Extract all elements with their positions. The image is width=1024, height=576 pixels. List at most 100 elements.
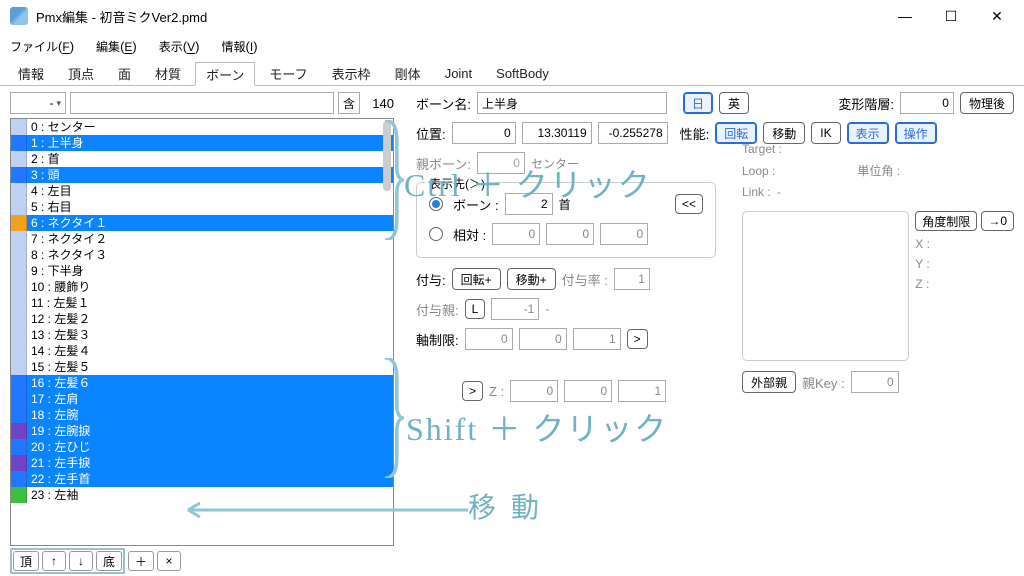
move-down-button[interactable]: ↓: [69, 551, 93, 571]
minimize-button[interactable]: —: [882, 1, 928, 31]
bone-label: 12 : 左髪２: [27, 311, 393, 327]
lang-en-button[interactable]: 英: [719, 92, 749, 114]
axis-y[interactable]: [519, 328, 567, 350]
local-z-y[interactable]: [564, 380, 612, 402]
tab-モーフ[interactable]: モーフ: [259, 61, 317, 85]
angle-limit-button[interactable]: 角度制限: [915, 211, 977, 231]
axis-x[interactable]: [465, 328, 513, 350]
dest-bone-radio[interactable]: [429, 197, 443, 211]
tab-面[interactable]: 面: [108, 61, 141, 85]
local-next[interactable]: >: [462, 381, 483, 401]
bone-row[interactable]: 3 : 頭: [11, 167, 393, 183]
bone-label: 0 : センター: [27, 119, 393, 135]
move-flag[interactable]: 移動: [763, 122, 805, 144]
local-z-x[interactable]: [510, 380, 558, 402]
bone-row[interactable]: 13 : 左髪３: [11, 327, 393, 343]
menu-edit[interactable]: 編集(E): [96, 38, 137, 55]
bone-row[interactable]: 20 : 左ひじ: [11, 439, 393, 455]
grant-parent-idx[interactable]: [491, 298, 539, 320]
maximize-button[interactable]: ☐: [928, 1, 974, 31]
ext-parent-button[interactable]: 外部親: [742, 371, 796, 393]
move-up-button[interactable]: ↑: [42, 551, 66, 571]
bone-label: 18 : 左腕: [27, 407, 393, 423]
remove-button[interactable]: ×: [157, 551, 181, 571]
bone-row[interactable]: 17 : 左肩: [11, 391, 393, 407]
tab-SoftBody[interactable]: SoftBody: [486, 61, 559, 85]
axis-next-button[interactable]: >: [627, 329, 648, 349]
bone-row[interactable]: 5 : 右目: [11, 199, 393, 215]
index-combo[interactable]: -: [10, 92, 66, 114]
bone-row[interactable]: 10 : 腰飾り: [11, 279, 393, 295]
brace-upper-icon: [380, 120, 404, 240]
bone-row[interactable]: 2 : 首: [11, 151, 393, 167]
dest-relative-radio[interactable]: [429, 227, 443, 241]
axis-z[interactable]: [573, 328, 621, 350]
bone-color-swatch: [11, 327, 27, 343]
local-z-z[interactable]: [618, 380, 666, 402]
tab-頂点[interactable]: 頂点: [58, 61, 104, 85]
parent-idx-input[interactable]: [477, 152, 525, 174]
display-flag[interactable]: 表示: [847, 122, 889, 144]
grant-rate-input[interactable]: [614, 268, 650, 290]
close-button[interactable]: ✕: [974, 1, 1020, 31]
tab-表示枠[interactable]: 表示枠: [322, 61, 381, 85]
grant-rotate-button[interactable]: 回転+: [452, 268, 501, 290]
contains-toggle[interactable]: 含: [338, 92, 360, 114]
dest-rel-x[interactable]: [492, 223, 540, 245]
bone-row[interactable]: 6 : ネクタイ１: [11, 215, 393, 231]
filter-input[interactable]: [70, 92, 334, 114]
add-button[interactable]: ＋: [128, 551, 154, 571]
physics-after-button[interactable]: 物理後: [960, 92, 1014, 114]
bone-label: 21 : 左手捩: [27, 455, 393, 471]
menu-info[interactable]: 情報(I): [221, 38, 257, 55]
bone-color-swatch: [11, 487, 27, 503]
bone-row[interactable]: 22 : 左手首: [11, 471, 393, 487]
bone-row[interactable]: 12 : 左髪２: [11, 311, 393, 327]
bone-row[interactable]: 23 : 左袖: [11, 487, 393, 503]
move-top-button[interactable]: 頂: [13, 551, 39, 571]
pos-y-input[interactable]: [522, 122, 592, 144]
tab-Joint[interactable]: Joint: [435, 61, 482, 85]
pos-z-input[interactable]: [598, 122, 668, 144]
bone-row[interactable]: 1 : 上半身: [11, 135, 393, 151]
lang-jp-button[interactable]: 日: [683, 92, 713, 114]
bone-row[interactable]: 9 : 下半身: [11, 263, 393, 279]
bone-row[interactable]: 11 : 左髪１: [11, 295, 393, 311]
pos-x-input[interactable]: [452, 122, 516, 144]
bone-row[interactable]: 15 : 左髪５: [11, 359, 393, 375]
operate-flag[interactable]: 操作: [895, 122, 937, 144]
move-bottom-button[interactable]: 底: [96, 551, 122, 571]
bone-row[interactable]: 7 : ネクタイ２: [11, 231, 393, 247]
menu-file[interactable]: ファイル(F): [10, 38, 74, 55]
bone-list[interactable]: 0 : センター1 : 上半身2 : 首3 : 頭4 : 左目5 : 右目6 :…: [10, 118, 394, 546]
grant-parent-L-button[interactable]: L: [465, 299, 486, 319]
bone-name-input[interactable]: [477, 92, 667, 114]
bone-row[interactable]: 0 : センター: [11, 119, 393, 135]
bone-row[interactable]: 18 : 左腕: [11, 407, 393, 423]
tab-剛体[interactable]: 剛体: [385, 61, 431, 85]
tab-情報[interactable]: 情報: [8, 61, 54, 85]
ik-link-list[interactable]: [742, 211, 909, 361]
bone-row[interactable]: 19 : 左腕捩: [11, 423, 393, 439]
bone-row[interactable]: 8 : ネクタイ３: [11, 247, 393, 263]
grant-move-button[interactable]: 移動+: [507, 268, 556, 290]
dest-rel-y[interactable]: [546, 223, 594, 245]
window: Pmx編集 - 初音ミクVer2.pmd — ☐ ✕ ファイル(F) 編集(E)…: [0, 0, 1024, 576]
bone-color-swatch: [11, 151, 27, 167]
bone-row[interactable]: 14 : 左髪４: [11, 343, 393, 359]
dest-rel-z[interactable]: [600, 223, 648, 245]
tab-ボーン[interactable]: ボーン: [195, 62, 255, 86]
revert-button[interactable]: <<: [675, 194, 703, 214]
rotate-flag[interactable]: 回転: [715, 122, 757, 144]
dest-bone-idx-input[interactable]: [505, 193, 553, 215]
ik-flag[interactable]: IK: [811, 122, 840, 144]
bone-row[interactable]: 21 : 左手捩: [11, 455, 393, 471]
bone-row[interactable]: 16 : 左髪６: [11, 375, 393, 391]
bone-color-swatch: [11, 183, 27, 199]
parent-key-input[interactable]: [851, 371, 899, 393]
bone-row[interactable]: 4 : 左目: [11, 183, 393, 199]
menu-view[interactable]: 表示(V): [159, 38, 200, 55]
angle-to0-button[interactable]: →0: [981, 211, 1014, 231]
deform-input[interactable]: [900, 92, 954, 114]
tab-材質[interactable]: 材質: [145, 61, 191, 85]
